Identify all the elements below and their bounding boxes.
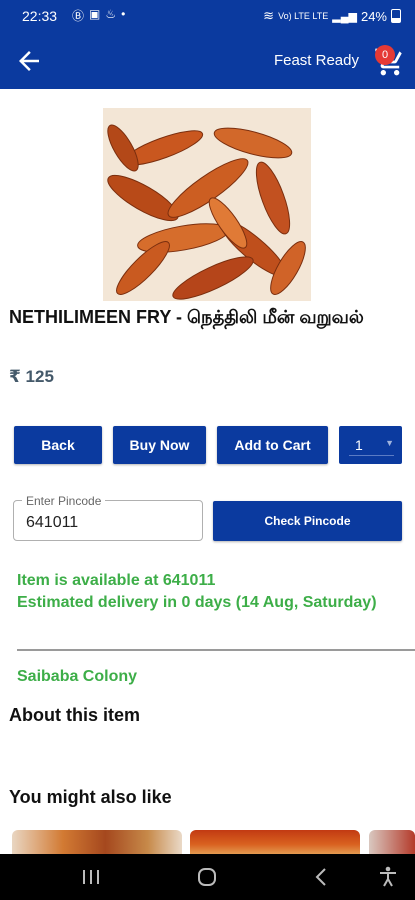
flame-icon: ♨ [105,7,117,21]
check-pincode-button[interactable]: Check Pincode [213,501,402,541]
image-icon: ▣ [89,7,101,21]
recommendation-card[interactable] [12,830,182,854]
area-name: Saibaba Colony [17,668,138,685]
battery-icon [391,9,401,23]
quantity-select[interactable]: 1 ▼ [339,426,402,464]
cart-count-badge: 0 [375,45,395,65]
status-bar: 22:33 Ⓑ ▣ ♨ • ≋ Vo) LTE LTE ▂▄▆ 24% [0,0,415,32]
status-right: ≋ Vo) LTE LTE ▂▄▆ 24% [263,8,401,24]
pincode-value[interactable]: 641011 [26,514,78,532]
recommendation-card[interactable] [369,830,415,854]
system-navigation-bar [0,854,415,900]
availability-text: Item is available at 641011 [17,572,216,589]
app-bar: Feast Ready 0 [0,32,415,89]
accessibility-icon[interactable] [375,864,401,890]
product-price: ₹ 125 [9,367,54,386]
b-circle-icon: Ⓑ [72,9,85,23]
dropdown-arrow-icon: ▼ [385,438,394,448]
status-time: 22:33 [22,8,58,24]
dot-icon: • [121,7,126,21]
home-icon[interactable] [194,864,220,890]
delivery-estimate-text: Estimated delivery in 0 days (14 Aug, Sa… [17,594,377,611]
fried-fish-image [103,108,311,301]
also-like-section-title: You might also like [9,787,172,807]
wifi-icon: ≋ [263,8,275,23]
signal-icon: ▂▄▆ [332,10,357,23]
back-nav-icon[interactable] [309,864,335,890]
pincode-label: Enter Pincode [22,494,106,508]
add-to-cart-button[interactable]: Add to Cart [217,426,328,464]
recommendations-row [0,830,415,854]
quantity-value: 1 [355,437,363,453]
app-title: Feast Ready [273,52,359,69]
recent-apps-icon[interactable] [78,864,104,890]
battery-text: 24% [360,8,387,24]
back-button[interactable]: Back [14,426,102,464]
network-text: Vo) LTE LTE [278,11,329,21]
recommendation-card[interactable] [190,830,360,854]
back-arrow-icon[interactable] [14,46,44,76]
divider [17,649,415,651]
product-title: NETHILIMEEN FRY - நெத்திலி மீன் வறுவல் [9,307,364,327]
about-section-title: About this item [9,705,140,725]
product-image [103,108,311,301]
buy-now-button[interactable]: Buy Now [113,426,206,464]
quantity-underline [349,455,394,456]
notification-icons: Ⓑ ▣ ♨ • [72,7,125,24]
